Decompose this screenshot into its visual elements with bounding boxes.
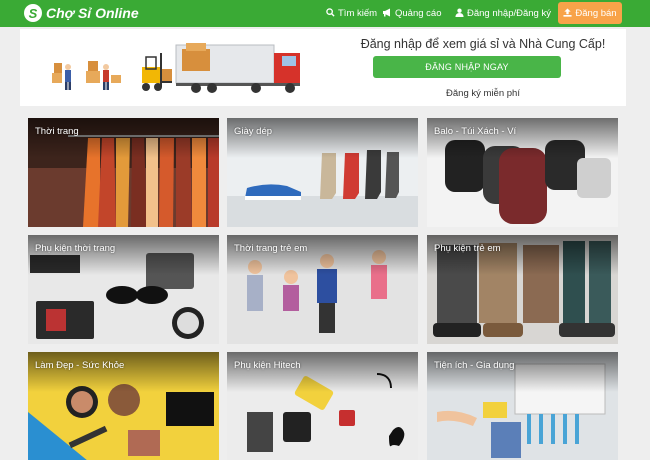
site-logo[interactable]: S Chợ Sỉ Online bbox=[24, 3, 139, 23]
logistics-illustration bbox=[52, 43, 300, 93]
category-tile-hitech[interactable]: Phụ kiện Hitech bbox=[227, 352, 418, 460]
banner-title: Đăng nhập để xem giá sỉ và Nhà Cung Cấp! bbox=[360, 37, 606, 51]
category-label: Thời trang bbox=[35, 126, 79, 137]
nav-search-link[interactable]: Tìm kiếm bbox=[326, 0, 377, 27]
category-tile-fashion-accessories[interactable]: Phụ kiện thời trang bbox=[28, 235, 219, 344]
nav-login-label: Đăng nhập/Đăng ký bbox=[467, 8, 551, 19]
nav-ads-label: Quảng cáo bbox=[395, 8, 442, 19]
category-tile-beauty-health[interactable]: Làm Đẹp - Sức Khỏe bbox=[28, 352, 219, 460]
login-banner: Đăng nhập để xem giá sỉ và Nhà Cung Cấp!… bbox=[20, 29, 626, 106]
nav-search-label: Tìm kiếm bbox=[338, 8, 378, 19]
nav-ads-link[interactable]: Quảng cáo bbox=[382, 0, 441, 27]
post-listing-label: Đăng bán bbox=[575, 7, 617, 19]
category-label: Làm Đẹp - Sức Khỏe bbox=[35, 360, 125, 371]
megaphone-icon bbox=[382, 8, 392, 19]
category-tile-shoes[interactable]: Giày dép bbox=[227, 118, 418, 227]
login-now-button[interactable]: ĐĂNG NHẬP NGAY bbox=[373, 56, 561, 78]
category-tile-kids-fashion[interactable]: Thời trang trẻ em bbox=[227, 235, 418, 344]
category-label: Phụ kiện thời trang bbox=[35, 243, 116, 254]
category-tile-bags[interactable]: Balo - Túi Xách - Ví bbox=[427, 118, 618, 227]
logo-mark: S bbox=[24, 4, 42, 22]
register-free-link[interactable]: Đăng ký miễn phí bbox=[338, 88, 628, 99]
category-label: Balo - Túi Xách - Ví bbox=[434, 126, 517, 137]
upload-icon bbox=[563, 7, 572, 19]
category-label: Tiện ích - Gia dụng bbox=[434, 360, 515, 371]
category-tile-kids-accessories[interactable]: Phụ kiện trẻ em bbox=[427, 235, 618, 344]
logo-text: Chợ Sỉ Online bbox=[46, 5, 139, 21]
nav-login-link[interactable]: Đăng nhập/Đăng ký bbox=[455, 0, 551, 27]
search-icon bbox=[326, 8, 335, 19]
user-icon bbox=[455, 8, 464, 19]
category-tile-household[interactable]: Tiện ích - Gia dụng bbox=[427, 352, 618, 460]
category-label: Giày dép bbox=[234, 126, 273, 137]
category-tile-fashion[interactable]: Thời trang bbox=[28, 118, 219, 227]
post-listing-button[interactable]: Đăng bán bbox=[558, 2, 622, 24]
top-navbar: S Chợ Sỉ Online Tìm kiếm Quảng cáo Đăng … bbox=[0, 0, 650, 27]
category-label: Phụ kiện trẻ em bbox=[434, 243, 501, 254]
category-label: Thời trang trẻ em bbox=[234, 243, 308, 254]
category-label: Phụ kiện Hitech bbox=[234, 360, 301, 371]
